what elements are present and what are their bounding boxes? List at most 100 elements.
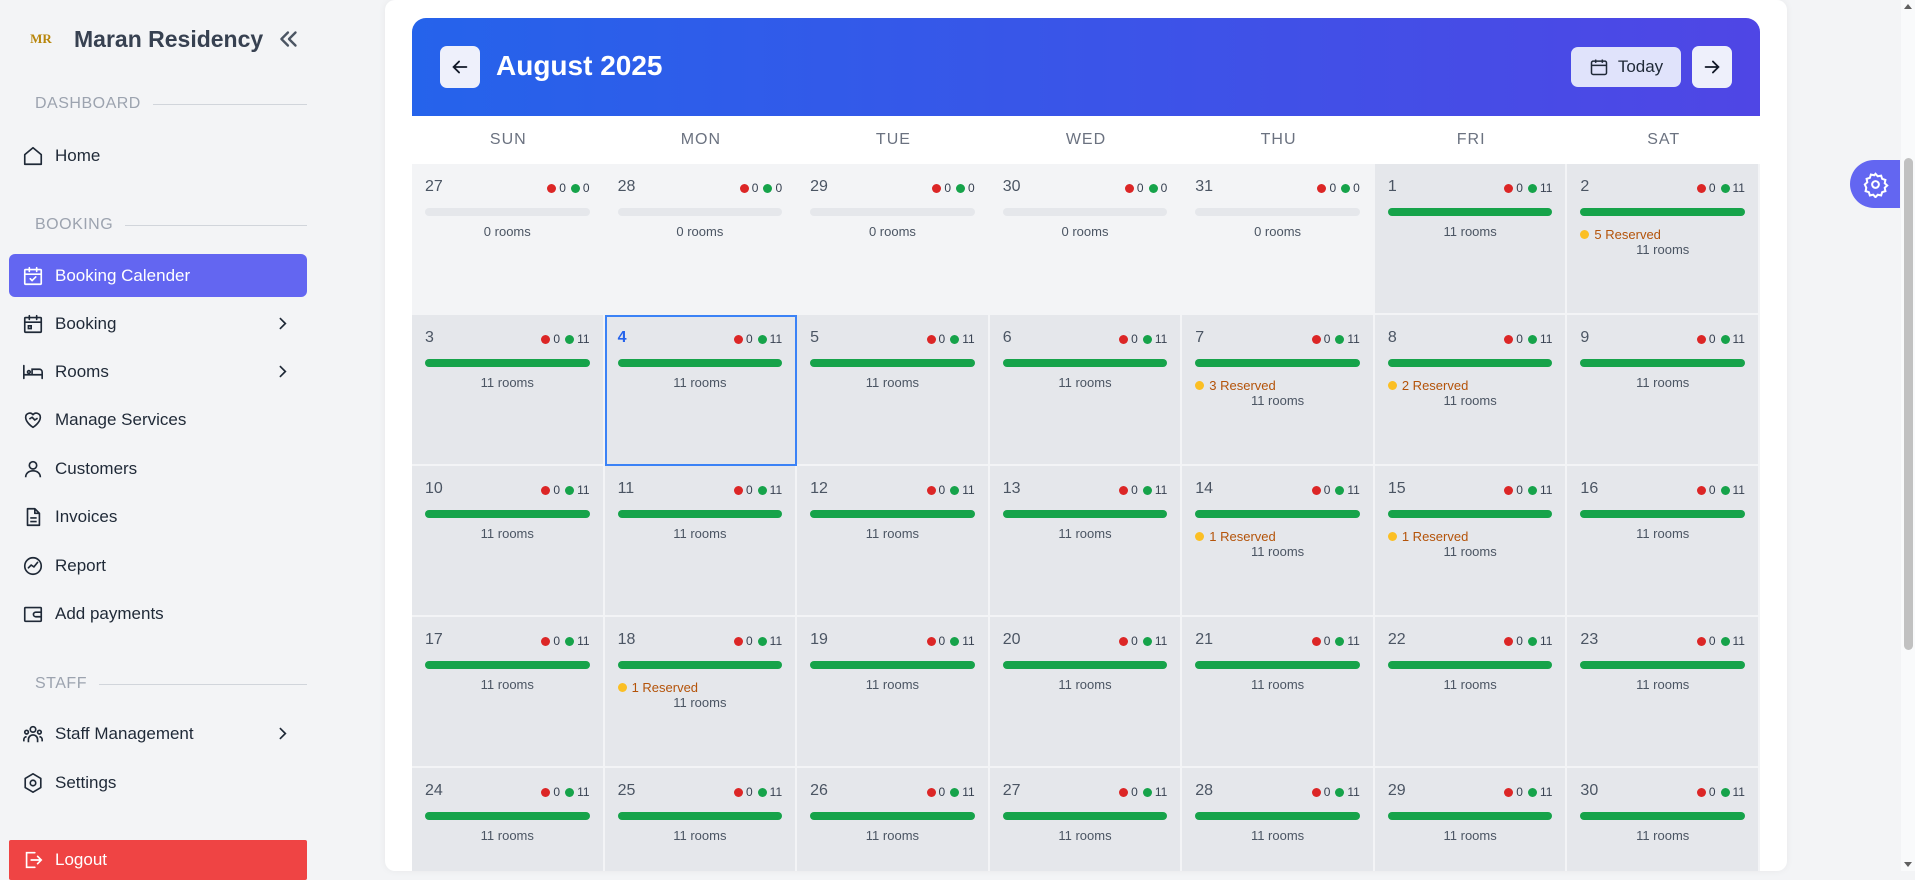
calendar-day-cell[interactable]: 29 0 0 0 rooms (797, 164, 990, 315)
sidebar-item-label: Logout (55, 850, 107, 869)
calendar-day-cell[interactable]: 8 0 11 2 Reserved 11 rooms (1374, 315, 1568, 466)
booking-calendar: August 2025 Today SUN MON TUE WED THU FRI SAT … (412, 18, 1760, 871)
calendar-day-cell[interactable]: 7 0 11 3 Reserved 11 rooms (1182, 315, 1375, 466)
previous-month-button[interactable] (440, 46, 480, 88)
bed-icon (23, 364, 43, 379)
day-number: 17 (425, 631, 443, 648)
calendar-day-cell[interactable]: 27 0 11 11 rooms (989, 768, 1183, 871)
calendar-day-cell[interactable]: 12 0 11 11 rooms (797, 466, 990, 617)
settings-fab[interactable] (1850, 160, 1900, 208)
calendar-day-cell[interactable]: 16 0 11 11 rooms (1567, 466, 1760, 617)
calendar-icon (23, 314, 43, 333)
available-count: 0 (775, 181, 783, 195)
reserved-badge[interactable]: 5 Reserved (1580, 227, 1661, 242)
available-dot-icon (1148, 183, 1158, 193)
collapse-sidebar-icon[interactable] (276, 26, 302, 52)
calendar-check-icon (23, 266, 43, 285)
booked-dot-icon (926, 334, 936, 344)
scrollbar-thumb[interactable] (1904, 158, 1913, 650)
sidebar-item-booking-calendar[interactable]: Booking Calender (9, 254, 307, 297)
today-button[interactable]: Today (1571, 47, 1681, 87)
calendar-day-cell[interactable]: 1 0 11 11 rooms (1374, 164, 1568, 315)
available-count: 11 (769, 634, 783, 648)
calendar-day-cell[interactable]: 5 0 11 11 rooms (797, 315, 990, 466)
calendar-day-cell[interactable]: 29 0 11 11 rooms (1374, 768, 1568, 871)
calendar-day-cell[interactable]: 19 0 11 11 rooms (797, 617, 990, 768)
sidebar-item-customers[interactable]: Customers (9, 447, 307, 490)
sidebar-item-invoices[interactable]: Invoices (9, 495, 307, 538)
scroll-up-icon[interactable] (1904, 4, 1912, 9)
reserved-badge[interactable]: 1 Reserved (617, 680, 698, 695)
room-counts: 0 11 (733, 634, 783, 648)
calendar-day-cell[interactable]: 28 0 11 11 rooms (1182, 768, 1375, 871)
calendar-day-cell[interactable]: 2 0 11 5 Reserved 11 rooms (1567, 164, 1760, 315)
calendar-day-cell[interactable]: 4 0 11 11 rooms (604, 315, 798, 466)
booked-dot-icon (932, 183, 942, 193)
calendar-day-cell[interactable]: 25 0 11 11 rooms (604, 768, 798, 871)
calendar-day-cell[interactable]: 17 0 11 11 rooms (412, 617, 605, 768)
calendar-day-cell[interactable]: 18 0 11 1 Reserved 11 rooms (604, 617, 798, 768)
room-counts: 0 11 (1696, 332, 1745, 346)
availability-bar (1195, 661, 1360, 669)
calendar-day-cell[interactable]: 24 0 11 11 rooms (412, 768, 605, 871)
calendar-day-cell[interactable]: 14 0 11 1 Reserved 11 rooms (1182, 466, 1375, 617)
room-counts: 0 11 (1119, 483, 1167, 497)
availability-bar (1002, 208, 1168, 216)
calendar-day-cell[interactable]: 30 0 0 0 rooms (989, 164, 1183, 315)
logout-button[interactable]: Logout (9, 840, 307, 880)
day-number: 20 (1002, 631, 1021, 648)
calendar-day-cell[interactable]: 13 0 11 11 rooms (989, 466, 1183, 617)
availability-bar (617, 208, 783, 216)
calendar-day-cell[interactable]: 6 0 11 11 rooms (989, 315, 1183, 466)
reserved-badge[interactable]: 3 Reserved (1195, 378, 1276, 393)
sidebar-item-report[interactable]: Report (9, 544, 307, 587)
booked-count: 0 (1323, 634, 1331, 648)
booked-dot-icon (733, 636, 743, 646)
weekday-header: WED (1065, 131, 1107, 148)
rooms-count: 11 rooms (1250, 393, 1305, 408)
calendar-day-cell[interactable]: 30 0 11 11 rooms (1567, 768, 1760, 871)
sidebar: MR Maran Residency DASHBOARD Home BOOKIN… (0, 0, 318, 880)
calendar-day-cell[interactable]: 28 0 0 0 rooms (604, 164, 798, 315)
page-scrollbar[interactable] (1901, 0, 1915, 871)
calendar-day-cell[interactable]: 20 0 11 11 rooms (989, 617, 1183, 768)
sidebar-item-add-payments[interactable]: Add payments (9, 592, 307, 635)
calendar-day-cell[interactable]: 27 0 0 0 rooms (412, 164, 605, 315)
calendar-day-cell[interactable]: 9 0 11 11 rooms (1567, 315, 1760, 466)
sidebar-item-staff-management[interactable]: Staff Management (9, 712, 307, 755)
sidebar-item-settings[interactable]: Settings (9, 761, 307, 804)
reserved-badge[interactable]: 1 Reserved (1387, 529, 1468, 544)
brand-logo: MR (30, 31, 52, 46)
day-number: 19 (810, 631, 828, 648)
calendar-day-cell[interactable]: 22 0 11 11 rooms (1374, 617, 1568, 768)
booked-dot-icon (1317, 183, 1327, 193)
calendar-day-cell[interactable]: 10 0 11 11 rooms (412, 466, 605, 617)
reserved-badge[interactable]: 1 Reserved (1195, 529, 1276, 544)
sidebar-item-booking[interactable]: Booking (9, 302, 307, 345)
sidebar-item-rooms[interactable]: Rooms (9, 350, 307, 393)
booked-dot-icon (547, 183, 557, 193)
sidebar-item-manage-services[interactable]: Manage Services (9, 398, 307, 441)
calendar-icon (1590, 59, 1608, 76)
available-dot-icon (950, 787, 960, 797)
reserved-badge[interactable]: 2 Reserved (1387, 378, 1468, 393)
brand[interactable]: MR Maran Residency (24, 22, 263, 56)
day-number: 3 (425, 329, 434, 346)
calendar-day-cell[interactable]: 31 0 0 0 rooms (1182, 164, 1375, 315)
calendar-day-cell[interactable]: 21 0 11 11 rooms (1182, 617, 1375, 768)
calendar-day-cell[interactable]: 23 0 11 11 rooms (1567, 617, 1760, 768)
rooms-count: 0 rooms (676, 224, 724, 239)
next-month-button[interactable] (1692, 46, 1732, 88)
booked-dot-icon (1504, 787, 1514, 797)
calendar-day-cell[interactable]: 3 0 11 11 rooms (412, 315, 605, 466)
calendar-day-cell[interactable]: 15 0 11 1 Reserved 11 rooms (1374, 466, 1568, 617)
available-count: 11 (1347, 634, 1360, 648)
available-dot-icon (1142, 636, 1152, 646)
room-counts: 00 (932, 181, 975, 195)
rooms-count: 11 rooms (1058, 375, 1112, 390)
calendar-day-cell[interactable]: 26 0 11 11 rooms (797, 768, 990, 871)
scroll-down-icon[interactable] (1904, 862, 1912, 867)
sidebar-item-home[interactable]: Home (9, 134, 307, 177)
calendar-day-cell[interactable]: 11 0 11 11 rooms (604, 466, 798, 617)
users-icon (23, 725, 43, 742)
